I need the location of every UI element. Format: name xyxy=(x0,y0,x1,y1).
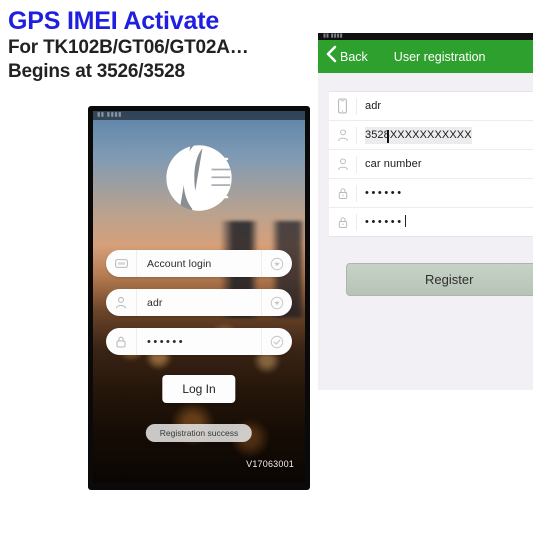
check-circle-icon[interactable] xyxy=(261,328,292,355)
register-button[interactable]: Register xyxy=(346,263,533,296)
app-logo-container xyxy=(93,139,305,217)
registration-phone-value: adr xyxy=(356,97,533,115)
smartphone-icon xyxy=(329,98,356,114)
text-cursor xyxy=(387,129,389,143)
username-field[interactable]: adr xyxy=(106,289,292,316)
account-login-field[interactable]: Account login xyxy=(106,250,292,277)
lock-icon xyxy=(329,186,356,201)
phone-status-bar: ▮▮ ▮▮▮▮ xyxy=(93,111,305,120)
person-icon xyxy=(329,128,356,142)
registration-imei-text: 3528XXXXXXXXXXX xyxy=(365,126,472,144)
registration-password-value: •••••• xyxy=(356,184,533,202)
lock-icon xyxy=(106,328,137,355)
password-value: •••••• xyxy=(147,335,186,348)
registration-title: User registration xyxy=(393,49,486,64)
card-icon xyxy=(106,250,137,277)
chevron-left-icon xyxy=(325,45,337,68)
registration-status-bar: ▮▮ ▮▮▮▮ xyxy=(318,33,533,40)
log-in-button[interactable]: Log In xyxy=(162,375,236,403)
text-cursor xyxy=(404,214,406,227)
chevron-down-icon[interactable] xyxy=(261,289,292,316)
back-button-label: Back xyxy=(340,49,368,64)
registration-header: Back User registration xyxy=(318,40,533,73)
page-title: GPS IMEI Activate xyxy=(8,7,220,35)
page-header: GPS IMEI Activate For TK102B/GT06/GT02A…… xyxy=(8,6,318,84)
registration-row-car-number[interactable]: car number xyxy=(329,150,533,179)
registration-imei-value: 3528XXXXXXXXXXX xyxy=(356,126,533,144)
phone-screen: ▮▮ ▮▮▮▮ Account login adr •••••• Log In … xyxy=(93,111,305,483)
header-subtitle-line2: Begins at 3526/3528 xyxy=(8,61,185,82)
registration-confirm-password-value: •••••• xyxy=(356,213,533,231)
registration-row-phone[interactable]: adr xyxy=(329,92,533,121)
registration-row-imei[interactable]: 3528XXXXXXXXXXX xyxy=(329,121,533,150)
back-button[interactable]: Back xyxy=(318,45,368,68)
header-subtitle-line1: For TK102B/GT06/GT02A… xyxy=(8,37,249,58)
registration-car-number-value: car number xyxy=(356,155,533,173)
lock-icon xyxy=(329,215,356,230)
password-field[interactable]: •••••• xyxy=(106,328,292,355)
app-version-label: V17063001 xyxy=(246,459,294,469)
registration-success-toast: Registration success xyxy=(145,424,253,442)
registration-confirm-password-text: •••••• xyxy=(365,215,404,228)
username-value: adr xyxy=(147,296,163,309)
person-icon xyxy=(106,289,137,316)
person-icon xyxy=(329,157,356,171)
user-registration-panel: ▮▮ ▮▮▮▮ Back User registration adr 3528X… xyxy=(318,33,533,390)
phone-status-bar-text: ▮▮ ▮▮▮▮ xyxy=(97,112,122,118)
chevron-down-icon[interactable] xyxy=(261,250,292,277)
account-login-value: Account login xyxy=(147,257,212,270)
register-button-container: Register xyxy=(346,263,533,296)
registration-body: adr 3528XXXXXXXXXXX car number •••••• ••… xyxy=(318,73,533,296)
phone-mockup: ▮▮ ▮▮▮▮ Account login adr •••••• Log In … xyxy=(88,106,310,490)
login-fields: Account login adr •••••• xyxy=(106,250,292,367)
registration-row-password[interactable]: •••••• xyxy=(329,179,533,208)
registration-row-confirm-password[interactable]: •••••• xyxy=(329,208,533,236)
registration-form-list: adr 3528XXXXXXXXXXX car number •••••• ••… xyxy=(329,91,533,237)
app-logo xyxy=(160,139,238,217)
